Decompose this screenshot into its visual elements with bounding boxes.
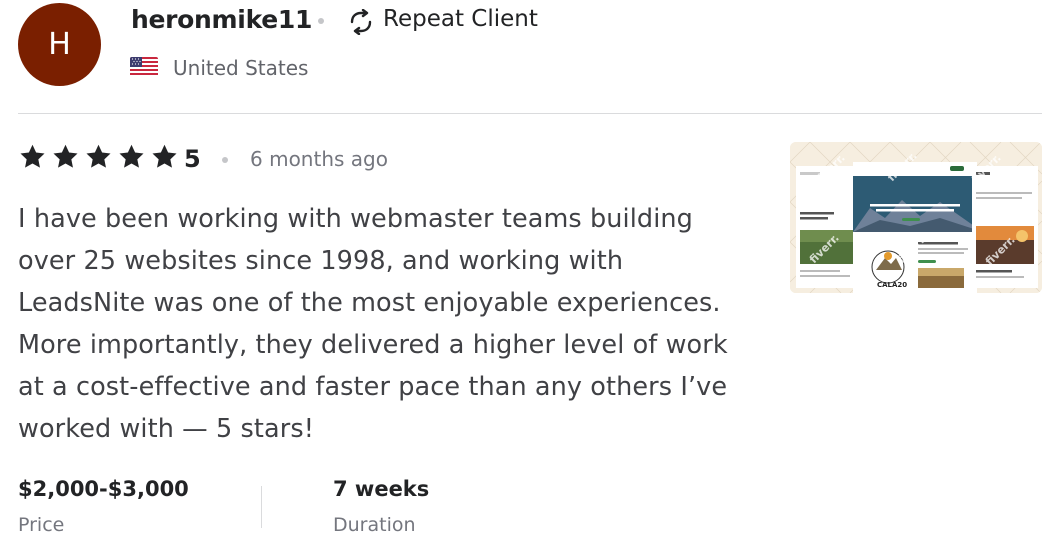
thumbnail-logo-text: CALA20 <box>877 281 907 289</box>
rating-value: 5 <box>184 145 201 173</box>
star-icon <box>20 144 45 168</box>
website-preview-thumbnail[interactable]: CALA20 fiverr. fiverr. fiverr. fiverr. f… <box>790 142 1042 293</box>
repeat-client-badge: Repeat Client <box>383 6 538 32</box>
price-value: $2,000-$3,000 <box>18 477 189 501</box>
star-icon <box>86 144 111 168</box>
duration-label: Duration <box>333 514 416 536</box>
star-icon <box>53 144 78 168</box>
review-text: I have been working with webmaster teams… <box>18 204 728 444</box>
star-icon <box>119 144 144 168</box>
duration-value: 7 weeks <box>333 477 430 501</box>
separator-dot <box>222 157 228 163</box>
separator-dot <box>318 18 324 24</box>
repeat-icon <box>350 9 372 35</box>
avatar[interactable]: H <box>18 3 101 86</box>
thumbnail-image: CALA20 fiverr. fiverr. fiverr. fiverr. f… <box>790 142 1042 293</box>
price-label: Price <box>18 514 65 536</box>
avatar-initial: H <box>48 27 71 62</box>
header-divider <box>18 113 1042 114</box>
details-divider <box>261 486 262 528</box>
us-flag-icon <box>130 57 158 77</box>
star-rating <box>18 143 179 171</box>
reviewer-country: United States <box>173 56 309 80</box>
reviewer-username[interactable]: heronmike11 <box>131 5 312 34</box>
review-time: 6 months ago <box>250 147 388 171</box>
star-icon <box>152 144 177 168</box>
